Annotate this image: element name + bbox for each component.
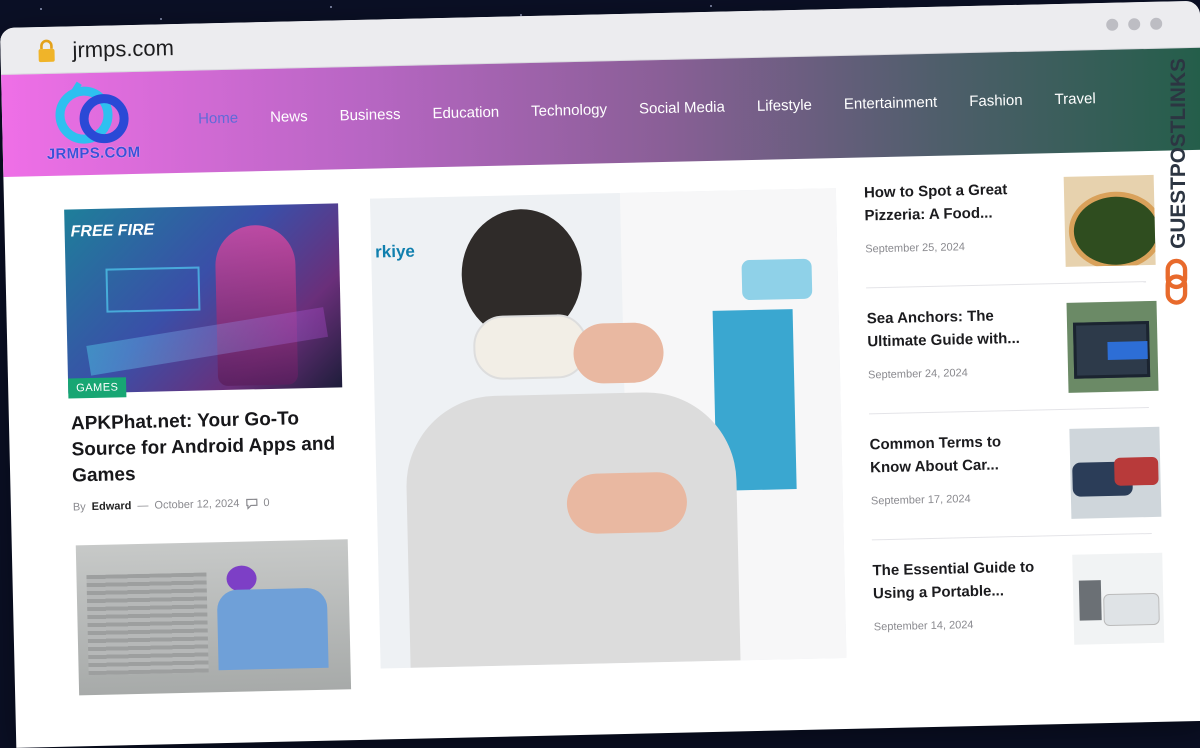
sidebar-post-date: September 17, 2024 [870, 493, 971, 508]
post-title[interactable]: APKPhat.net: Your Go-To Source for Andro… [71, 405, 343, 489]
lock-icon [38, 39, 55, 63]
car-thumbnail[interactable] [1069, 426, 1162, 519]
sidebar-post[interactable]: The Essential Guide to Using a Portable.… [872, 552, 1165, 680]
meta-dash: — [137, 499, 149, 513]
sidebar-post-date: September 24, 2024 [867, 367, 968, 382]
featured-post-image[interactable]: FREE FIRE [64, 203, 343, 394]
sidebar-post-title[interactable]: Sea Anchors: The Ultimate Guide with... [867, 304, 1040, 354]
nav-item-technology[interactable]: Technology [531, 101, 607, 120]
post-date: October 12, 2024 [154, 497, 240, 512]
category-tag[interactable]: GAMES [67, 377, 127, 399]
post-meta: By Edward — October 12, 2024 0 [73, 497, 270, 513]
watermark-text: GUESTPOSTLINKS [1167, 58, 1190, 249]
sidebar-post-title[interactable]: How to Spot a Great Pizzeria: A Food... [864, 178, 1037, 228]
nav-item-entertainment[interactable]: Entertainment [844, 94, 938, 113]
pizza-thumbnail[interactable] [1063, 174, 1156, 267]
sea-anchor-thumbnail[interactable] [1066, 300, 1159, 393]
window-dot-icon[interactable] [1106, 18, 1119, 31]
comment-icon[interactable] [245, 497, 258, 510]
comment-count[interactable]: 0 [263, 497, 269, 509]
meta-by: By [72, 501, 86, 514]
sidebar-post-date: September 25, 2024 [865, 241, 966, 256]
author-link[interactable]: Edward [92, 500, 132, 513]
nav-item-home[interactable]: Home [198, 110, 238, 128]
browser-window: jrmps.com JRMPS.COM Home News Business E… [0, 0, 1200, 748]
main-content: FREE FIRE GAMES APKPhat.net: Your Go-To … [3, 150, 1200, 737]
nav-item-news[interactable]: News [270, 108, 308, 126]
logo-text: JRMPS.COM [46, 143, 141, 163]
guestpostlinks-watermark: GUESTPOSTLINKS [1165, 58, 1190, 305]
post-image[interactable] [75, 539, 352, 696]
nav-item-travel[interactable]: Travel [1054, 90, 1096, 108]
nav-item-business[interactable]: Business [339, 106, 400, 124]
nav-item-fashion[interactable]: Fashion [969, 92, 1023, 110]
window-dot-icon[interactable] [1128, 18, 1141, 31]
window-dot-icon[interactable] [1150, 17, 1163, 30]
address-bar[interactable]: jrmps.com [72, 35, 174, 63]
nav-item-lifestyle[interactable]: Lifestyle [757, 97, 812, 115]
sidebar-post-title[interactable]: Common Terms to Know About Car... [869, 429, 1042, 479]
image-caption: FREE FIRE [70, 221, 155, 241]
nav-item-social-media[interactable]: Social Media [639, 99, 725, 118]
window-controls [1106, 17, 1163, 31]
sidebar-post-title[interactable]: The Essential Guide to Using a Portable.… [872, 555, 1045, 605]
image-caption: rkiye [374, 241, 416, 262]
sidebar-post-date: September 14, 2024 [873, 619, 974, 634]
hero-post-image[interactable]: rkiye [369, 188, 847, 669]
nav-item-education[interactable]: Education [432, 104, 499, 123]
heater-thumbnail[interactable] [1072, 552, 1165, 645]
main-nav: Home News Business Education Technology … [198, 90, 1096, 127]
